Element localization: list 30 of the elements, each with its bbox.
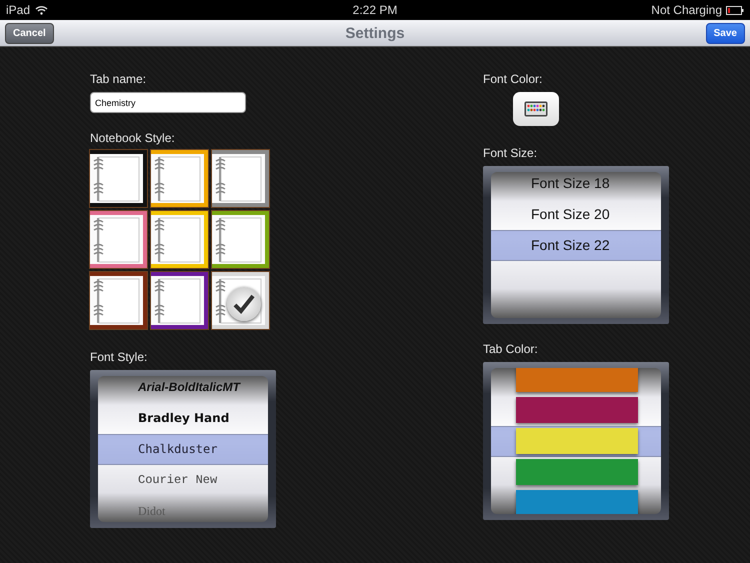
picker-row[interactable]: Chalkduster bbox=[98, 434, 268, 464]
screen-title: Settings bbox=[345, 24, 405, 42]
field-label: Tab name: bbox=[90, 72, 148, 86]
battery-status: Not Charging bbox=[651, 3, 722, 17]
font-size-option: Font Size 18 bbox=[531, 175, 610, 191]
field-label: Font Color: bbox=[483, 72, 544, 86]
device-name: iPad bbox=[6, 3, 30, 17]
font-name: Chalkduster bbox=[138, 442, 218, 456]
picker-row[interactable]: Arial-BoldItalicMT bbox=[98, 376, 268, 402]
font-name: Courier New bbox=[138, 473, 218, 487]
font-size-picker[interactable]: Font Size 18 Font Size 20 Font Size 22 bbox=[483, 166, 669, 324]
save-button[interactable]: Save bbox=[706, 22, 745, 44]
picker-row[interactable]: Font Size 22 bbox=[491, 230, 661, 260]
font-style-picker[interactable]: Arial-BoldItalicMT Bradley Hand Chalkduster Courier New Didot bbox=[90, 370, 276, 528]
font-name: Bradley Hand bbox=[138, 411, 230, 425]
picker-row[interactable]: Font Size 18 bbox=[491, 172, 661, 198]
section-label: Tab Color: bbox=[483, 342, 539, 356]
section-label: Notebook Style: bbox=[90, 131, 176, 145]
picker-row[interactable]: Bradley Hand bbox=[98, 402, 268, 434]
tab-name-input[interactable]: Chemistry bbox=[90, 92, 246, 113]
status-time: 2:22 PM bbox=[352, 3, 398, 17]
font-name: Arial-BoldItalicMT bbox=[138, 380, 240, 394]
section-label: Font Size: bbox=[483, 146, 538, 160]
font-name: Didot bbox=[138, 504, 166, 518]
section-label: Font Style: bbox=[90, 350, 148, 364]
picker-row[interactable]: Font Size 20 bbox=[491, 198, 661, 230]
cancel-button[interactable]: Cancel bbox=[5, 22, 54, 44]
picker-row[interactable]: Courier New bbox=[98, 464, 268, 496]
font-size-option: Font Size 22 bbox=[531, 237, 610, 253]
font-size-option: Font Size 20 bbox=[531, 206, 610, 222]
